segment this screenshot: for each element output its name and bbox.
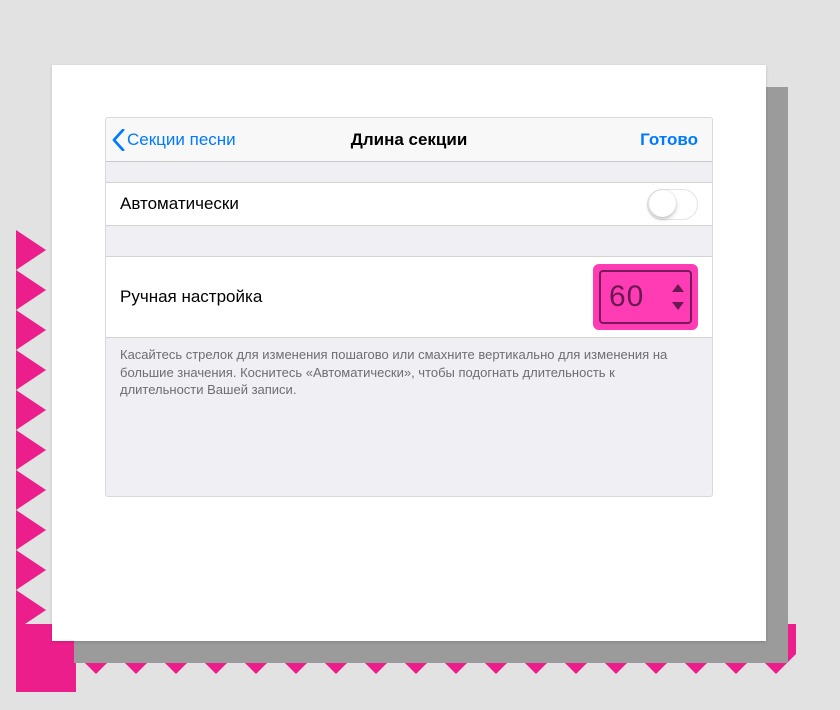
stepper-arrows — [672, 284, 684, 310]
manual-row: Ручная настройка 60 — [106, 256, 712, 338]
spacer — [106, 162, 712, 182]
stepper-highlight: 60 — [593, 264, 698, 330]
length-stepper[interactable]: 60 — [599, 270, 692, 324]
switch-knob — [649, 190, 676, 217]
automatic-label: Автоматически — [120, 194, 239, 214]
arrow-down-icon[interactable] — [672, 302, 684, 310]
spacer — [106, 226, 712, 256]
back-button[interactable]: Секции песни — [106, 129, 236, 151]
done-button[interactable]: Готово — [640, 130, 698, 150]
automatic-row[interactable]: Автоматически — [106, 182, 712, 226]
manual-label: Ручная настройка — [120, 287, 262, 307]
nav-bar: Секции песни Длина секции Готово — [106, 118, 712, 162]
main-panel: Секции песни Длина секции Готово Автомат… — [52, 65, 766, 641]
arrow-up-icon[interactable] — [672, 284, 684, 292]
stepper-value: 60 — [609, 280, 672, 314]
section-length-dialog: Секции песни Длина секции Готово Автомат… — [105, 117, 713, 497]
back-label: Секции песни — [127, 130, 236, 150]
chevron-left-icon — [112, 129, 125, 151]
footer-hint: Касайтесь стрелок для изменения пошагово… — [106, 338, 712, 399]
automatic-switch[interactable] — [647, 189, 698, 220]
